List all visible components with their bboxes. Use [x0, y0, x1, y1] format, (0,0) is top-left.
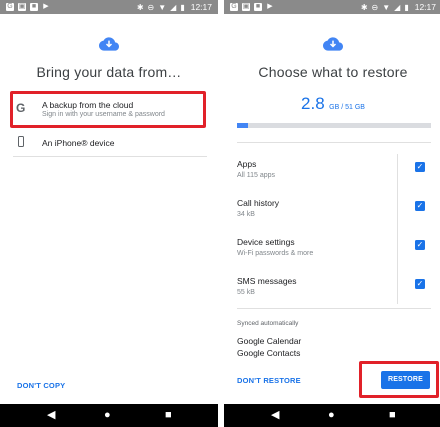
- photo-notification-icon: ▣: [242, 3, 250, 11]
- system-icons: ✱ ⊖ ▼ ◢ ▮ 12:17: [361, 2, 436, 12]
- divider: [13, 156, 207, 157]
- cloud-download-icon: [323, 37, 343, 51]
- battery-icon: ▮: [404, 2, 409, 12]
- storage-unit: GB / 51 GB: [329, 104, 365, 111]
- play-store-notification-icon: ▶: [267, 3, 273, 10]
- restore-item-call-history[interactable]: Call history 34 kB ✓: [237, 198, 431, 232]
- phone-screen-left: G ▣ ■ ▶ ✱ ⊖ ▼ ◢ ▮ 12:17 Bring your data …: [0, 0, 218, 427]
- back-icon[interactable]: ◀: [271, 409, 279, 421]
- restore-item-sms-messages[interactable]: SMS messages 55 kB ✓: [237, 276, 431, 310]
- restore-item-apps[interactable]: Apps All 115 apps ✓: [237, 159, 431, 193]
- recents-icon[interactable]: ■: [389, 409, 396, 421]
- play-store-notification-icon: ▶: [43, 3, 49, 10]
- system-icons: ✱ ⊖ ▼ ◢ ▮ 12:17: [137, 2, 212, 12]
- signal-icon: ◢: [170, 2, 177, 12]
- navigation-bar: ◀ ● ■: [0, 404, 218, 427]
- checkbox-checked-icon[interactable]: ✓: [415, 240, 425, 250]
- home-icon[interactable]: ●: [328, 409, 335, 421]
- wifi-icon: ▼: [158, 2, 167, 12]
- navigation-bar: ◀ ● ■: [224, 404, 440, 427]
- status-bar: G ▣ ■ ▶ ✱ ⊖ ▼ ◢ ▮ 12:17: [224, 0, 440, 14]
- dont-restore-button[interactable]: DON'T RESTORE: [237, 376, 301, 385]
- item-detail: All 115 apps: [237, 172, 276, 179]
- battery-icon: ▮: [180, 2, 185, 12]
- item-name: Call history: [237, 198, 280, 208]
- checkbox-checked-icon[interactable]: ✓: [415, 201, 425, 211]
- item-name: Apps: [237, 159, 257, 169]
- page-title: Choose what to restore: [258, 64, 408, 80]
- storage-amount: 2.8 GB / 51 GB: [224, 94, 440, 114]
- clock: 12:17: [190, 2, 212, 12]
- highlight-frame: [10, 91, 206, 128]
- checkbox-checked-icon[interactable]: ✓: [415, 279, 425, 289]
- mail-notification-icon: G: [230, 3, 238, 11]
- checkbox-checked-icon[interactable]: ✓: [415, 162, 425, 172]
- storage-used-value: 2.8: [301, 94, 325, 113]
- square-notification-icon: ■: [254, 3, 262, 11]
- notification-icons: G ▣ ■ ▶: [230, 3, 274, 11]
- home-icon[interactable]: ●: [104, 409, 111, 421]
- item-detail: 55 kB: [237, 289, 255, 296]
- synced-heading: Synced automatically: [237, 320, 299, 327]
- synced-item-contacts: Google Contacts: [237, 348, 301, 358]
- phone-screen-right: G ▣ ■ ▶ ✱ ⊖ ▼ ◢ ▮ 12:17 Choose what to r…: [224, 0, 440, 427]
- synced-item-calendar: Google Calendar: [237, 336, 302, 346]
- wifi-icon: ▼: [382, 2, 391, 12]
- item-name: SMS messages: [237, 276, 297, 286]
- item-detail: 34 kB: [237, 211, 255, 218]
- back-icon[interactable]: ◀: [47, 409, 55, 421]
- dont-copy-button[interactable]: DON'T COPY: [17, 381, 65, 390]
- item-name: Device settings: [237, 237, 295, 247]
- square-notification-icon: ■: [30, 3, 38, 11]
- phone-icon: [18, 136, 24, 147]
- item-detail: Wi-Fi passwords & more: [237, 250, 314, 257]
- minus-circle-icon: ⊖: [147, 2, 155, 12]
- mail-notification-icon: G: [6, 3, 14, 11]
- bluetooth-icon: ✱: [360, 2, 368, 12]
- bluetooth-icon: ✱: [136, 2, 144, 12]
- minus-circle-icon: ⊖: [371, 2, 379, 12]
- photo-notification-icon: ▣: [18, 3, 26, 11]
- storage-progress-bar: [237, 123, 431, 128]
- restore-item-device-settings[interactable]: Device settings Wi-Fi passwords & more ✓: [237, 237, 431, 271]
- storage-progress-fill: [237, 123, 248, 128]
- highlight-frame: [359, 361, 439, 398]
- notification-icons: G ▣ ■ ▶: [6, 3, 50, 11]
- status-bar: G ▣ ■ ▶ ✱ ⊖ ▼ ◢ ▮ 12:17: [0, 0, 218, 14]
- page-title: Bring your data from…: [36, 64, 182, 80]
- divider: [237, 308, 431, 309]
- signal-icon: ◢: [394, 2, 401, 12]
- recents-icon[interactable]: ■: [165, 409, 172, 421]
- cloud-download-icon: [99, 37, 119, 51]
- option-label: An iPhone® device: [42, 138, 115, 148]
- clock: 12:17: [414, 2, 436, 12]
- divider: [237, 142, 431, 143]
- iphone-option[interactable]: An iPhone® device: [10, 134, 208, 154]
